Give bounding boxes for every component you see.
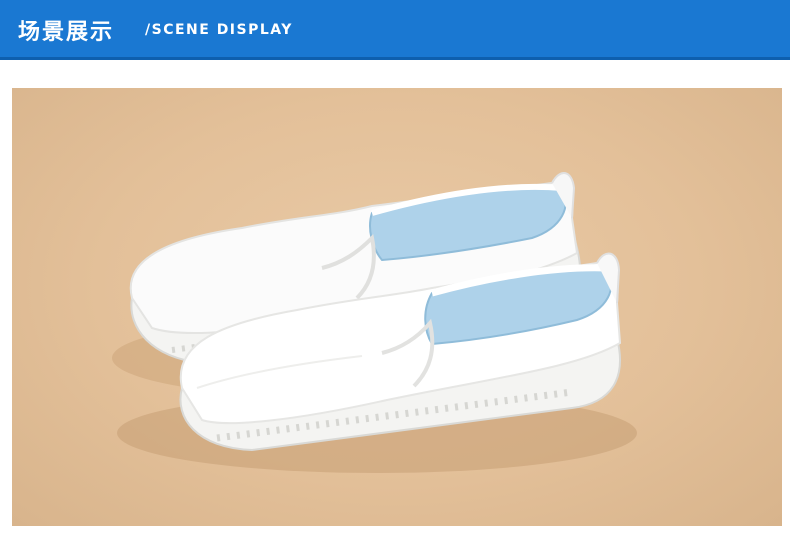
header-banner: [0, 0, 790, 58]
shoes-illustration: [112, 172, 637, 473]
header-underline: [0, 57, 790, 60]
product-photo: [12, 88, 782, 526]
page-subtitle: /SCENE DISPLAY: [145, 22, 293, 38]
page-title: 场景展示: [18, 20, 115, 45]
